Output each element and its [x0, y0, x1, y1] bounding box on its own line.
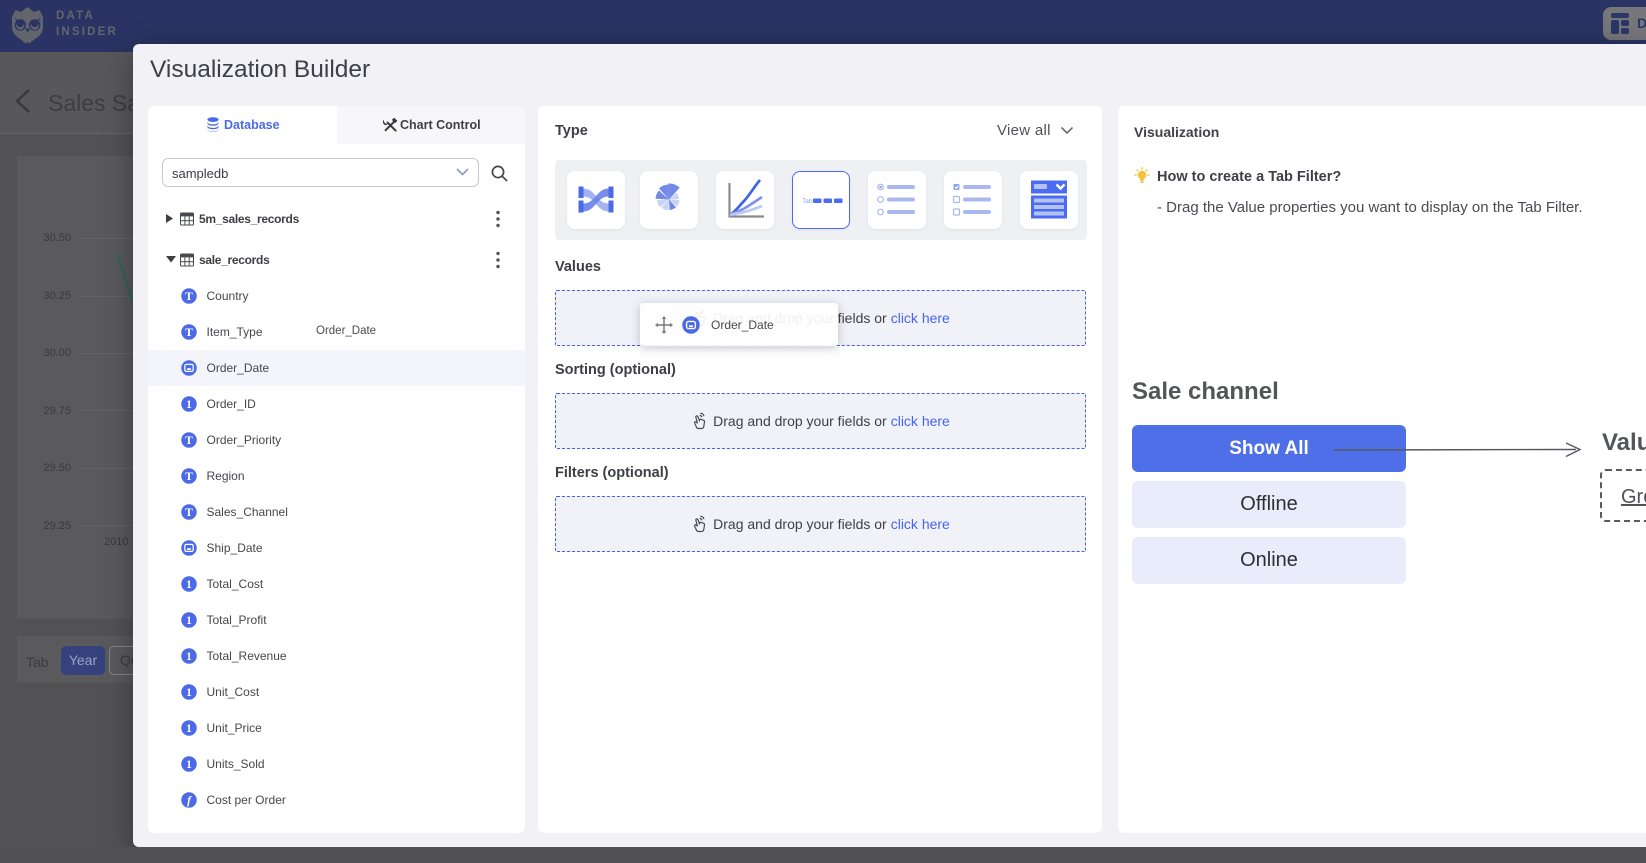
svg-text:1: 1 [186, 759, 192, 771]
svg-text:T: T [185, 291, 193, 303]
svg-text:T: T [185, 435, 193, 447]
svg-text:1: 1 [186, 399, 192, 411]
svg-text:1: 1 [186, 615, 192, 627]
svg-text:Tab: Tab [802, 198, 813, 205]
svg-text:1: 1 [186, 687, 192, 699]
svg-text:T: T [185, 327, 193, 339]
svg-text:1: 1 [186, 579, 192, 591]
svg-text:T: T [185, 507, 193, 519]
svg-text:1: 1 [186, 723, 192, 735]
svg-text:T: T [185, 471, 193, 483]
svg-text:1: 1 [186, 651, 192, 663]
